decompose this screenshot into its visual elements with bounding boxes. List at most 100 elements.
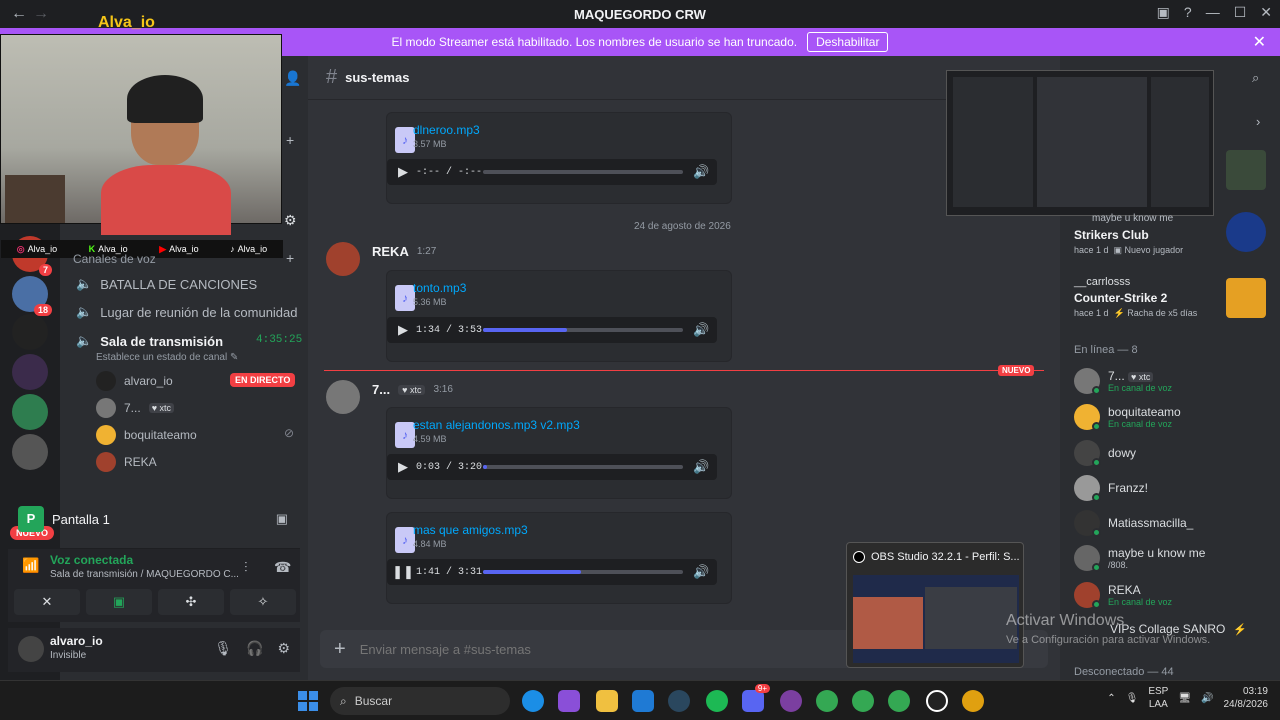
file-name[interactable]: dlneroo.mp3 bbox=[413, 123, 480, 137]
obs-taskbar-preview[interactable]: OBS Studio 32.2.1 - Perfil: S... bbox=[846, 542, 1024, 668]
channel-status[interactable]: Establece un estado de canal ✎ bbox=[96, 352, 238, 363]
network-icon[interactable]: 🖥 bbox=[1178, 693, 1191, 704]
close-banner-icon[interactable]: ✕ bbox=[1253, 32, 1266, 52]
inbox-icon[interactable]: ▣ bbox=[1157, 4, 1170, 21]
volume-icon[interactable]: 🔊 bbox=[693, 322, 709, 338]
voice-member[interactable]: alvaro_io bbox=[96, 371, 173, 391]
disable-streamer-button[interactable]: Deshabilitar bbox=[807, 32, 889, 52]
maximize-icon[interactable]: ☐ bbox=[1234, 4, 1247, 21]
close-window-icon[interactable]: ✕ bbox=[1260, 4, 1272, 21]
chrome-icon[interactable] bbox=[852, 690, 874, 712]
message-author[interactable]: 7... bbox=[372, 382, 390, 397]
attach-plus-icon[interactable]: + bbox=[334, 638, 346, 661]
voice-member[interactable]: 7... ♥ xtc bbox=[96, 398, 175, 418]
member-row[interactable]: dowy bbox=[1074, 440, 1136, 467]
play-icon[interactable]: ▶ bbox=[391, 164, 415, 180]
online-header: En línea — 8 bbox=[1074, 344, 1138, 356]
store-icon[interactable] bbox=[558, 690, 580, 712]
member-row[interactable]: Franzz! bbox=[1074, 475, 1148, 502]
add-channel-icon[interactable]: + bbox=[286, 132, 294, 148]
pause-icon[interactable]: ❚❚ bbox=[391, 564, 415, 580]
voice-channel-lugar[interactable]: 🔈 Lugar de reunión de la comunidad bbox=[76, 304, 298, 320]
progress-bar[interactable] bbox=[483, 170, 683, 174]
stream-preview-thumbnail[interactable] bbox=[946, 70, 1214, 216]
volume-icon[interactable]: 🔊 bbox=[693, 564, 709, 580]
voice-connected-title[interactable]: Voz conectada bbox=[50, 553, 133, 567]
activities-button[interactable]: ✣ bbox=[158, 589, 224, 615]
voice-member[interactable]: REKA bbox=[96, 452, 157, 472]
voice-channel-batalla[interactable]: 🔈 BATALLA DE CANCIONES bbox=[76, 276, 257, 292]
close-preview-icon[interactable]: ▣ bbox=[276, 511, 288, 527]
activity-card[interactable]: __carrlosss Counter-Strike 2 hace 1 d ⚡ … bbox=[1074, 276, 1197, 319]
file-name[interactable]: mas que amigos.mp3 bbox=[413, 523, 528, 537]
obs-thumbnail bbox=[853, 575, 1019, 663]
progress-bar[interactable] bbox=[483, 570, 683, 574]
file-name[interactable]: estan alejandonos.mp3 v2.mp3 bbox=[413, 418, 580, 432]
soundboard-button[interactable]: ✧ bbox=[230, 589, 296, 615]
headphones-icon[interactable]: 🎧 bbox=[246, 640, 263, 657]
settings-gear-icon[interactable]: ⚙ bbox=[284, 212, 297, 229]
file-name[interactable]: tonto.mp3 bbox=[413, 281, 466, 295]
volume-icon[interactable]: 🔊 bbox=[693, 459, 709, 475]
voice-channel-sala[interactable]: 🔈 Sala de transmisión bbox=[76, 333, 223, 349]
chevron-right-icon[interactable]: › bbox=[1256, 114, 1260, 129]
activity-user: __carrlosss bbox=[1074, 276, 1197, 288]
chevron-up-icon[interactable]: ⌃ bbox=[1107, 693, 1115, 704]
server-icon[interactable] bbox=[12, 314, 48, 350]
server-icon[interactable] bbox=[12, 394, 48, 430]
activity-card[interactable]: Strikers Club hace 1 d ▣ Nuevo jugador bbox=[1074, 228, 1183, 256]
message-avatar[interactable] bbox=[326, 380, 360, 414]
file-explorer-icon[interactable] bbox=[596, 690, 618, 712]
clock[interactable]: 03:19 24/8/2026 bbox=[1224, 685, 1269, 711]
discord-icon[interactable]: 9+ bbox=[742, 684, 770, 712]
voice-channels-header[interactable]: Canales de voz bbox=[73, 252, 156, 266]
screen-share-label: Pantalla 1 bbox=[52, 511, 110, 527]
progress-bar[interactable] bbox=[483, 328, 683, 332]
microphone-tray-icon[interactable]: 🎙 bbox=[1126, 693, 1139, 704]
member-row[interactable]: boquitateamo En canal de voz bbox=[1074, 404, 1181, 431]
windows-start-icon[interactable] bbox=[298, 691, 318, 711]
voice-member[interactable]: boquitateamo bbox=[96, 425, 197, 445]
camera-off-button[interactable]: ✕ bbox=[14, 589, 80, 615]
message-avatar[interactable] bbox=[326, 242, 360, 276]
obs-app-icon[interactable] bbox=[926, 690, 948, 712]
volume-tray-icon[interactable]: 🔊 bbox=[1201, 693, 1213, 704]
steam-icon[interactable] bbox=[668, 690, 690, 712]
play-icon[interactable]: ▶ bbox=[391, 322, 415, 338]
edge-icon[interactable] bbox=[522, 690, 544, 712]
app-icon[interactable] bbox=[962, 690, 984, 712]
boost-icon: ⚡ bbox=[1233, 623, 1248, 636]
social-handle: Alva_io bbox=[169, 243, 199, 254]
microphone-icon[interactable]: 🎙 bbox=[214, 640, 232, 657]
member-row[interactable]: Matiassmacilla_ bbox=[1074, 510, 1193, 537]
disconnect-icon[interactable]: ☎ bbox=[274, 559, 291, 576]
server-icon[interactable] bbox=[12, 354, 48, 390]
chrome-icon[interactable] bbox=[888, 690, 910, 712]
store-bag-icon[interactable] bbox=[632, 690, 654, 712]
member-row[interactable]: maybe u know me/808. bbox=[1074, 545, 1205, 572]
member-row[interactable]: REKA En canal de voz bbox=[1074, 582, 1172, 609]
minimize-icon[interactable]: — bbox=[1206, 4, 1220, 21]
taskbar-search[interactable]: ⌕ Buscar bbox=[330, 687, 510, 715]
volume-icon[interactable]: 🔊 bbox=[693, 164, 709, 180]
share-screen-button[interactable]: ▣ bbox=[86, 589, 152, 615]
help-icon[interactable]: ? bbox=[1184, 4, 1192, 21]
add-voice-channel-icon[interactable]: + bbox=[286, 250, 294, 266]
app-icon[interactable] bbox=[780, 690, 802, 712]
add-friend-icon[interactable]: 👤 bbox=[284, 70, 301, 87]
soundboard-icon[interactable]: ⫶ bbox=[244, 559, 248, 576]
chrome-icon[interactable] bbox=[816, 690, 838, 712]
progress-bar[interactable] bbox=[483, 465, 683, 469]
user-avatar[interactable] bbox=[18, 636, 44, 662]
member-row[interactable]: 7... ♥ xtc En canal de voz bbox=[1074, 368, 1172, 395]
spotify-icon[interactable] bbox=[706, 690, 728, 712]
search-icon[interactable]: ⌕ bbox=[1252, 70, 1259, 86]
server-icon[interactable] bbox=[12, 434, 48, 470]
user-settings-icon[interactable]: ⚙ bbox=[277, 640, 290, 657]
play-icon[interactable]: ▶ bbox=[391, 459, 415, 475]
language-indicator[interactable]: ESP LAA bbox=[1148, 685, 1168, 711]
message-author[interactable]: REKA bbox=[372, 244, 409, 259]
youtube-icon: ▶ bbox=[159, 243, 167, 254]
server-icon[interactable]: 18 bbox=[12, 276, 52, 316]
social-handle: Alva_io bbox=[27, 243, 58, 254]
